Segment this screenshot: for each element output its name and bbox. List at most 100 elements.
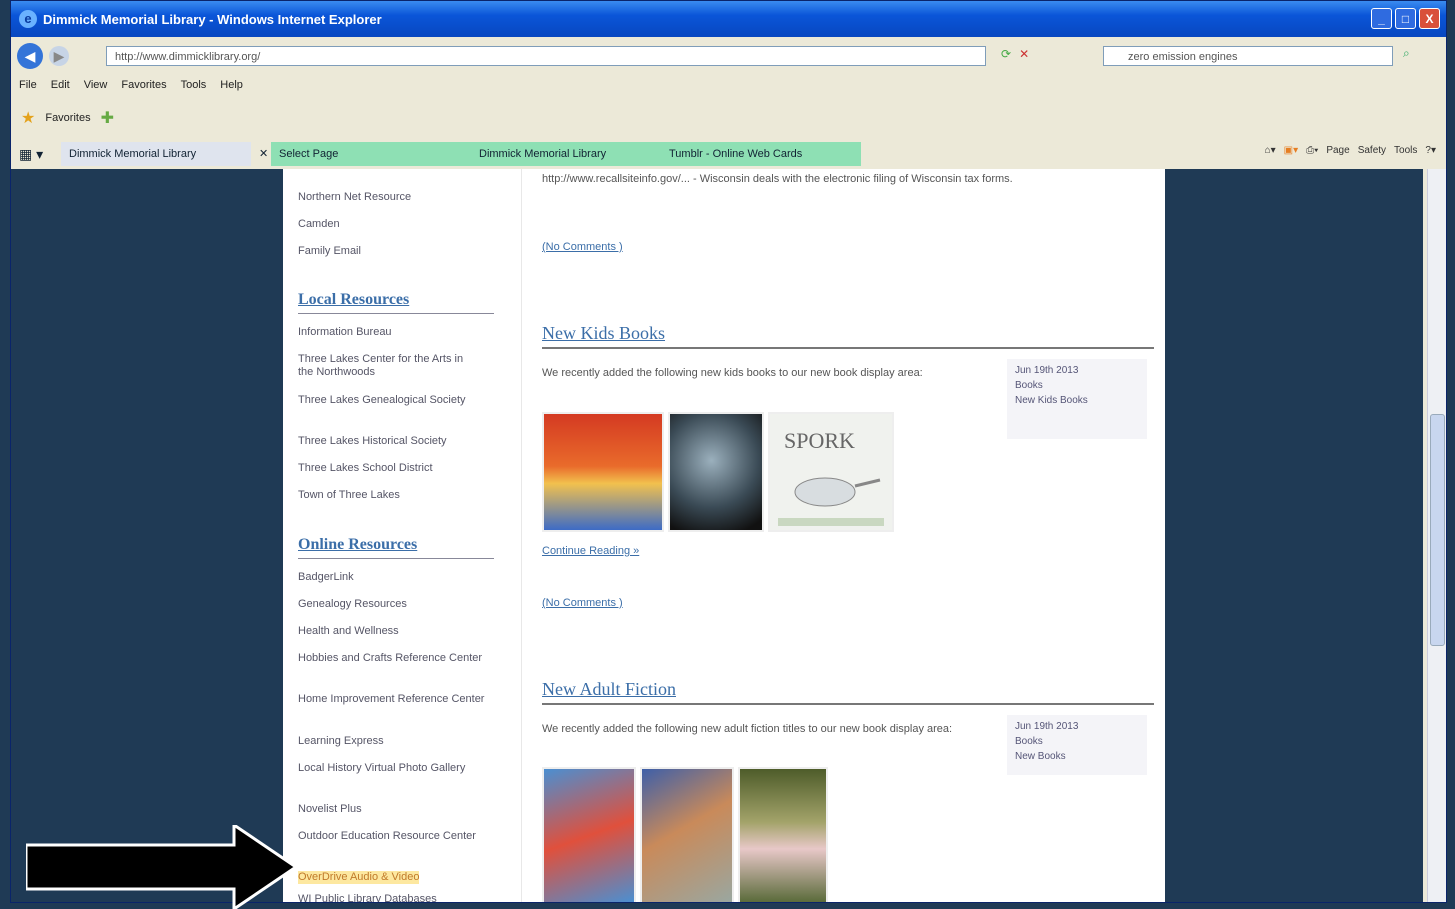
scrollbar-thumb[interactable] <box>1430 414 1445 646</box>
category-link[interactable]: New Kids Books <box>1015 393 1139 408</box>
add-favorite-icon[interactable]: ✚ <box>101 108 114 128</box>
category-link[interactable]: Books <box>1015 734 1139 749</box>
sidebar-link[interactable]: Health and Wellness <box>298 625 399 638</box>
sidebar: Northern Net Resource Camden Family Emai… <box>298 169 498 902</box>
home-icon[interactable]: ⌂▾ <box>1265 145 1276 156</box>
menu-view[interactable]: View <box>84 79 108 99</box>
post-date: Jun 19th 2013 <box>1015 365 1079 376</box>
sidebar-link[interactable]: Town of Three Lakes <box>298 489 498 502</box>
comments-link[interactable]: (No Comments ) <box>542 241 623 253</box>
svg-text:SPORK: SPORK <box>784 428 855 453</box>
local-resources-heading: Local Resources <box>298 291 410 308</box>
sidebar-link[interactable]: Novelist Plus <box>298 803 362 816</box>
menu-help[interactable]: Help <box>220 79 243 99</box>
address-input[interactable]: http://www.dimmicklibrary.org/ <box>106 46 986 66</box>
sidebar-link[interactable]: Family Email <box>298 245 361 258</box>
post-meta: Jun 19th 2013 Books New Books <box>1007 715 1147 775</box>
post-title-new-kids-books[interactable]: New Kids Books <box>542 323 665 344</box>
feeds-icon[interactable]: ▣▾ <box>1284 145 1298 156</box>
category-link[interactable]: Books <box>1015 378 1139 393</box>
print-icon[interactable]: ⎙▾ <box>1306 145 1318 156</box>
sidebar-link[interactable]: WI Public Library Databases <box>298 893 437 902</box>
vertical-scrollbar[interactable] <box>1427 169 1446 902</box>
main-content: http://www.recallsiteinfo.gov/... - Wisc… <box>542 169 1157 902</box>
browser-window: e Dimmick Memorial Library - Windows Int… <box>10 0 1447 903</box>
sidebar-link[interactable]: Home Improvement Reference Center <box>298 693 498 706</box>
menu-bar: File Edit View Favorites Tools Help <box>11 79 243 99</box>
tab-4[interactable]: Tumblr - Online Web Cards <box>661 142 861 166</box>
menu-tools[interactable]: Tools <box>181 79 207 99</box>
tab-list-icon[interactable]: ▦ ▾ <box>11 142 61 166</box>
window-title: Dimmick Memorial Library - Windows Inter… <box>43 11 382 27</box>
post-text: http://www.recallsiteinfo.gov/... - Wisc… <box>542 173 1013 185</box>
sidebar-link[interactable]: Three Lakes Genealogical Society <box>298 394 468 407</box>
stop-icon[interactable]: ✕ <box>1019 47 1029 61</box>
book-cover-image[interactable] <box>668 412 764 532</box>
comments-link[interactable]: (No Comments ) <box>542 597 623 609</box>
title-rule <box>542 347 1154 349</box>
tab-close-icon[interactable]: ✕ <box>251 142 271 166</box>
post-date: Jun 19th 2013 <box>1015 721 1079 732</box>
search-icon[interactable]: ⌕ <box>1403 46 1431 66</box>
close-button[interactable]: X <box>1419 8 1440 29</box>
address-row: ◀ ▶ http://www.dimmicklibrary.org/ ⟳ ✕ z… <box>11 39 1446 73</box>
column-divider <box>521 169 522 902</box>
menu-favorites[interactable]: Favorites <box>121 79 166 99</box>
continue-reading-link[interactable]: Continue Reading » <box>542 545 639 557</box>
search-input[interactable]: zero emission engines <box>1103 46 1393 66</box>
menu-file[interactable]: File <box>19 79 37 99</box>
sidebar-link[interactable]: Three Lakes School District <box>298 462 498 475</box>
tab-bar: ▦ ▾ Dimmick Memorial Library ✕ Select Pa… <box>11 141 1446 167</box>
command-safety[interactable]: Safety <box>1358 145 1386 156</box>
forward-button[interactable]: ▶ <box>49 46 69 66</box>
book-cover-drawing: SPORK <box>778 428 884 526</box>
sidebar-link[interactable]: Three Lakes Center for the Arts in the N… <box>298 353 478 379</box>
post-meta: Jun 19th 2013 Books New Kids Books <box>1007 359 1147 439</box>
sidebar-link-overdrive[interactable]: OverDrive Audio & Video <box>298 871 420 884</box>
book-cover-image[interactable]: SPORK <box>768 412 894 532</box>
category-link[interactable]: New Books <box>1015 749 1139 764</box>
command-bar: ⌂▾ ▣▾ ⎙▾ Page Safety Tools ?▾ <box>1265 145 1436 156</box>
command-tools[interactable]: Tools <box>1394 145 1417 156</box>
book-cover-image[interactable] <box>738 767 828 902</box>
book-cover-image[interactable] <box>640 767 734 902</box>
book-cover-image[interactable] <box>542 412 664 532</box>
sidebar-link[interactable]: Three Lakes Historical Society <box>298 435 498 448</box>
tab-3[interactable]: Dimmick Memorial Library <box>471 142 661 166</box>
favorites-bar: ★ Favorites ✚ <box>11 105 114 131</box>
sidebar-link[interactable]: Outdoor Education Resource Center <box>298 830 498 843</box>
sidebar-link[interactable]: Learning Express <box>298 735 384 748</box>
divider <box>298 558 494 559</box>
back-button[interactable]: ◀ <box>17 43 43 69</box>
sidebar-link[interactable]: Camden <box>298 218 340 231</box>
post-title-new-adult-fiction[interactable]: New Adult Fiction <box>542 679 676 700</box>
web-page: Northern Net Resource Camden Family Emai… <box>283 169 1165 902</box>
tab-2[interactable]: Select Page <box>271 142 471 166</box>
page-viewport: Northern Net Resource Camden Family Emai… <box>11 169 1423 902</box>
menu-edit[interactable]: Edit <box>51 79 70 99</box>
online-resources-heading: Online Resources <box>298 536 418 553</box>
tab-1[interactable]: Dimmick Memorial Library <box>61 142 251 166</box>
sidebar-link[interactable]: Information Bureau <box>298 326 488 339</box>
sidebar-link[interactable]: Northern Net Resource <box>298 191 411 204</box>
sidebar-link[interactable]: Genealogy Resources <box>298 598 407 611</box>
sidebar-link[interactable]: Local History Virtual Photo Gallery <box>298 762 468 775</box>
divider <box>298 313 494 314</box>
post-body: We recently added the following new adul… <box>542 723 953 735</box>
favorites-star-icon[interactable]: ★ <box>21 108 35 128</box>
refresh-icon[interactable]: ⟳ <box>1001 47 1011 61</box>
sidebar-link[interactable]: Hobbies and Crafts Reference Center <box>298 652 498 665</box>
post-body: We recently added the following new kids… <box>542 367 923 379</box>
book-cover-image[interactable] <box>542 767 636 902</box>
title-bar: e Dimmick Memorial Library - Windows Int… <box>11 1 1446 37</box>
command-page[interactable]: Page <box>1326 145 1349 156</box>
title-rule <box>542 703 1154 705</box>
ie-icon: e <box>19 10 37 28</box>
pointer-arrow-icon <box>26 825 299 909</box>
favorites-button[interactable]: Favorites <box>45 112 90 124</box>
address-actions: ⟳ ✕ <box>1001 47 1029 61</box>
sidebar-link[interactable]: BadgerLink <box>298 571 354 584</box>
maximize-button[interactable]: □ <box>1395 8 1416 29</box>
minimize-button[interactable]: _ <box>1371 8 1392 29</box>
help-icon[interactable]: ?▾ <box>1425 145 1436 156</box>
